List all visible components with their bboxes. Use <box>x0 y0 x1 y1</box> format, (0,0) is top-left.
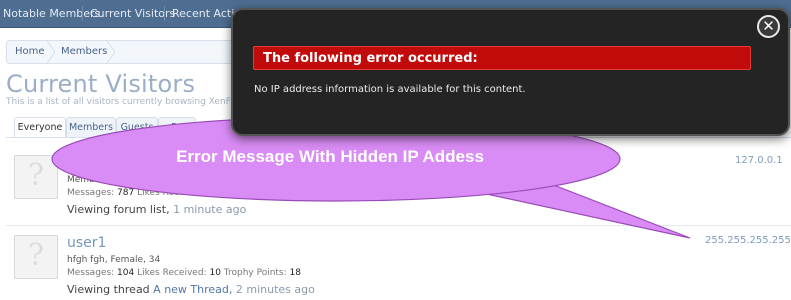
visitor-ip[interactable]: 127.0.0.1 <box>735 155 783 166</box>
activity-time: 2 minutes ago <box>235 283 315 296</box>
visitor-activity: Viewing thread A new Thread, 2 minutes a… <box>67 283 315 296</box>
nav-divider <box>164 6 165 21</box>
breadcrumb-arrow-icon <box>47 41 55 63</box>
trophy-count: 18 <box>289 268 301 278</box>
tabs-divider <box>6 137 791 138</box>
likes-count: 10 <box>209 268 221 278</box>
error-message: No IP address information is available f… <box>254 84 526 95</box>
breadcrumb: Home Members <box>6 40 268 64</box>
visitor-activity: Viewing forum list, 1 minute ago <box>67 203 246 216</box>
avatar-placeholder-icon: ? <box>27 158 45 193</box>
close-icon[interactable]: ✕ <box>757 15 780 38</box>
error-heading: The following error occurred: <box>253 46 751 70</box>
visitor-subtitle: Member <box>67 175 105 185</box>
nav-recent-activity[interactable]: Recent Acti <box>172 0 234 27</box>
nav-notable-members[interactable]: Notable Members <box>3 0 100 27</box>
callout-text: Error Message With Hidden IP Addess <box>176 147 484 166</box>
visitor-subtitle: hfgh fgh, Female, 34 <box>67 255 161 265</box>
activity-text: Viewing thread <box>67 283 150 296</box>
breadcrumb-arrow-icon <box>107 41 115 63</box>
row-divider <box>6 225 791 226</box>
breadcrumb-home[interactable]: Home <box>15 41 45 63</box>
page-description: This is a list of all visitors currently… <box>6 97 254 107</box>
thread-link[interactable]: A new Thread, <box>153 283 232 296</box>
likes-label: Likes Received: <box>137 188 207 198</box>
visitor-name[interactable]: user1 <box>67 235 106 251</box>
tab-robots[interactable]: Ro <box>158 117 196 137</box>
activity-time: 1 minute ago <box>173 203 247 216</box>
avatar-placeholder-icon: ? <box>27 238 45 273</box>
messages-count: 787 <box>117 188 135 198</box>
messages-label: Messages: <box>67 188 115 198</box>
avatar[interactable]: ? <box>14 155 58 199</box>
activity-text: Viewing forum list, <box>67 203 170 216</box>
visitor-stats: Messages: 104 Likes Received: 10 Trophy … <box>67 268 301 278</box>
visitor-stats: Messages: 787 Likes Received: <box>67 188 207 198</box>
nav-divider <box>82 6 83 21</box>
visitor-ip[interactable]: 255.255.255.255 <box>705 235 791 246</box>
avatar[interactable]: ? <box>14 235 58 279</box>
tab-members[interactable]: Members <box>66 117 116 137</box>
tab-everyone[interactable]: Everyone <box>14 117 66 138</box>
breadcrumb-members[interactable]: Members <box>61 41 107 63</box>
trophy-label: Trophy Points: <box>223 268 287 278</box>
tab-guests[interactable]: Guests <box>116 117 158 137</box>
page-title: Current Visitors <box>6 70 196 98</box>
messages-count: 104 <box>117 268 135 278</box>
nav-current-visitors[interactable]: Current Visitors <box>90 0 175 27</box>
error-overlay: The following error occurred: No IP addr… <box>231 8 790 136</box>
messages-label: Messages: <box>67 268 115 278</box>
likes-label: Likes Received: <box>137 268 207 278</box>
